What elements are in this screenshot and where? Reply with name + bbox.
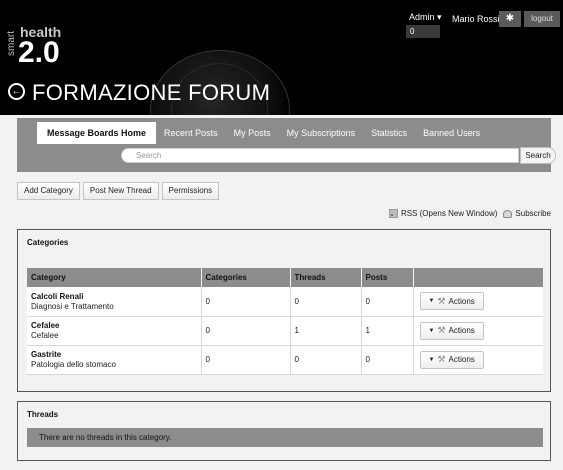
actions-cell: ▼ ⚒ Actions	[413, 316, 543, 346]
subscribe-icon	[503, 209, 513, 218]
subcategory-count: 0	[201, 316, 291, 346]
column-header-categories: Categories	[201, 268, 291, 287]
search-field-wrapper	[121, 148, 519, 163]
actions-cell: ▼ ⚒ Actions	[413, 345, 543, 375]
tab-my-subscriptions[interactable]: My Subscriptions	[279, 122, 364, 144]
thread-count: 0	[290, 287, 362, 317]
table-row: Cefalee Cefalee 0 1 1 ▼ ⚒ Actions	[27, 316, 543, 346]
caret-down-icon: ▾	[437, 12, 442, 22]
caret-down-icon: ▼	[428, 327, 435, 334]
page-title: FORMAZIONE FORUM	[32, 80, 271, 105]
category-name-link[interactable]: Gastrite	[31, 350, 197, 359]
category-name-link[interactable]: Cefalee	[31, 321, 197, 330]
actions-button[interactable]: ▼ ⚒ Actions	[419, 321, 484, 340]
column-header-posts: Posts	[361, 268, 414, 287]
admin-notification-count[interactable]: 0	[406, 25, 440, 38]
pin-button[interactable]: ✱	[499, 11, 521, 27]
tab-statistics[interactable]: Statistics	[363, 122, 415, 144]
rss-icon	[388, 209, 398, 218]
post-count: 0	[361, 287, 414, 317]
actions-button-label: Actions	[448, 355, 475, 364]
column-header-category: Category	[27, 268, 202, 287]
subscribe-link[interactable]: Subscribe	[515, 209, 551, 218]
user-name-link[interactable]: Mario Rossi	[452, 14, 500, 24]
logout-button[interactable]: logout	[524, 11, 560, 27]
post-count: 1	[361, 316, 414, 346]
wrench-icon: ⚒	[437, 354, 446, 364]
board-action-buttons: Add Category Post New Thread Permissions	[17, 182, 220, 200]
actions-button-label: Actions	[448, 326, 475, 335]
categories-panel: Categories Category Categories Threads P…	[17, 229, 551, 392]
add-category-button[interactable]: Add Category	[17, 182, 80, 200]
search-button[interactable]: Search	[520, 147, 556, 164]
pin-icon: ✱	[505, 13, 515, 24]
category-cell: Gastrite Patologia dello stomaco	[27, 345, 202, 375]
search-input[interactable]	[122, 149, 518, 162]
tab-my-posts[interactable]: My Posts	[226, 122, 279, 144]
table-header-row: Category Categories Threads Posts	[27, 268, 543, 287]
caret-down-icon: ▼	[428, 356, 435, 363]
category-cell: Cefalee Cefalee	[27, 316, 202, 346]
message-board-nav: Message Boards Home Recent Posts My Post…	[17, 118, 556, 172]
actions-button[interactable]: ▼ ⚒ Actions	[419, 350, 484, 369]
admin-menu-label: Admin	[409, 12, 435, 22]
actions-button[interactable]: ▼ ⚒ Actions	[419, 292, 484, 311]
tab-banned-users[interactable]: Banned Users	[415, 122, 488, 144]
category-description: Diagnosi e Trattamento	[31, 301, 114, 311]
threads-title: Threads	[27, 410, 59, 419]
table-row: Calcoli Renali Diagnosi e Trattamento 0 …	[27, 287, 543, 317]
permissions-button[interactable]: Permissions	[161, 182, 220, 200]
actions-button-label: Actions	[448, 296, 475, 306]
tab-message-boards-home[interactable]: Message Boards Home	[37, 122, 157, 144]
thread-count: 0	[290, 345, 362, 375]
nav-tabs: Message Boards Home Recent Posts My Post…	[37, 122, 488, 144]
table-row: Gastrite Patologia dello stomaco 0 0 0 ▼…	[27, 345, 543, 375]
tab-recent-posts[interactable]: Recent Posts	[156, 122, 226, 144]
category-description: Patologia dello stomaco	[31, 360, 116, 369]
logo-version-text: 2.0	[18, 36, 60, 69]
subcategory-count: 0	[201, 287, 291, 317]
post-new-thread-button[interactable]: Post New Thread	[82, 182, 159, 200]
feed-links: RSS (Opens New Window) Subscribe	[388, 209, 551, 218]
no-threads-message: There are no threads in this category.	[27, 428, 543, 447]
wrench-icon: ⚒	[437, 325, 446, 335]
thread-count: 1	[290, 316, 362, 346]
categories-table: Category Categories Threads Posts Calcol…	[27, 268, 543, 375]
caret-down-icon: ▼	[428, 298, 435, 305]
post-count: 0	[361, 345, 414, 375]
subcategory-count: 0	[201, 345, 291, 375]
arrow-left-circle-icon[interactable]: ←	[8, 83, 25, 100]
actions-cell: ▼ ⚒ Actions	[413, 287, 543, 317]
column-header-threads: Threads	[290, 268, 362, 287]
logo-smart-text: smart	[6, 31, 17, 56]
threads-panel: Threads There are no threads in this cat…	[17, 401, 551, 461]
category-description: Cefalee	[31, 331, 59, 340]
site-header: smart health 2.0 ← FORMAZIONE FORUM Admi…	[0, 0, 563, 115]
rss-link[interactable]: RSS (Opens New Window)	[401, 209, 497, 218]
category-cell: Calcoli Renali Diagnosi e Trattamento	[27, 287, 202, 317]
wrench-icon: ⚒	[437, 295, 446, 306]
column-header-actions	[413, 268, 543, 287]
admin-menu[interactable]: Admin ▾	[409, 12, 442, 23]
category-name-link[interactable]: Calcoli Renali	[31, 292, 197, 301]
categories-title: Categories	[27, 238, 69, 247]
